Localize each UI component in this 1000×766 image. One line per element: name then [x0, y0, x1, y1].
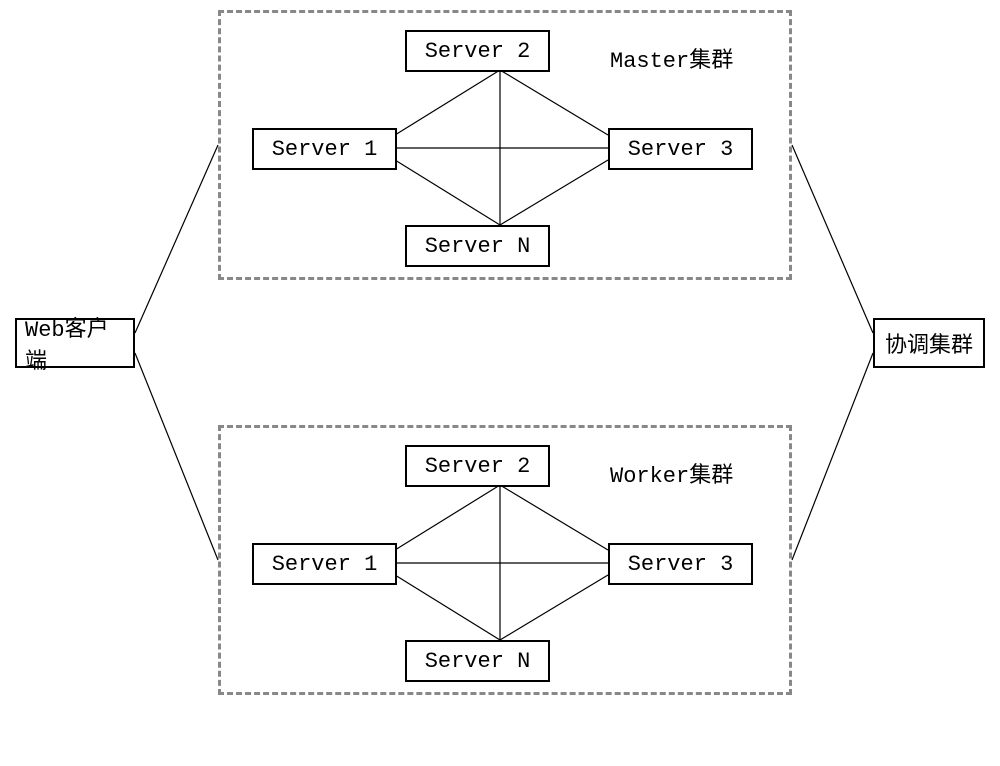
master-server-1-label: Server 1: [272, 137, 378, 162]
master-server-2-label: Server 2: [425, 39, 531, 64]
worker-server-3: Server 3: [608, 543, 753, 585]
worker-server-2-label: Server 2: [425, 454, 531, 479]
master-server-n: Server N: [405, 225, 550, 267]
worker-server-2: Server 2: [405, 445, 550, 487]
master-server-1: Server 1: [252, 128, 397, 170]
worker-server-3-label: Server 3: [628, 552, 734, 577]
worker-server-1-label: Server 1: [272, 552, 378, 577]
worker-server-1: Server 1: [252, 543, 397, 585]
worker-server-n-label: Server N: [425, 649, 531, 674]
master-server-2: Server 2: [405, 30, 550, 72]
master-server-3-label: Server 3: [628, 137, 734, 162]
worker-cluster-title: Worker集群: [610, 457, 733, 489]
master-server-3: Server 3: [608, 128, 753, 170]
master-server-n-label: Server N: [425, 234, 531, 259]
web-client-node: Web客户端: [15, 318, 135, 368]
coordination-cluster-label: 协调集群: [885, 327, 973, 359]
master-cluster-title: Master集群: [610, 42, 733, 74]
coordination-cluster-node: 协调集群: [873, 318, 985, 368]
web-client-label: Web客户端: [25, 311, 125, 375]
worker-server-n: Server N: [405, 640, 550, 682]
